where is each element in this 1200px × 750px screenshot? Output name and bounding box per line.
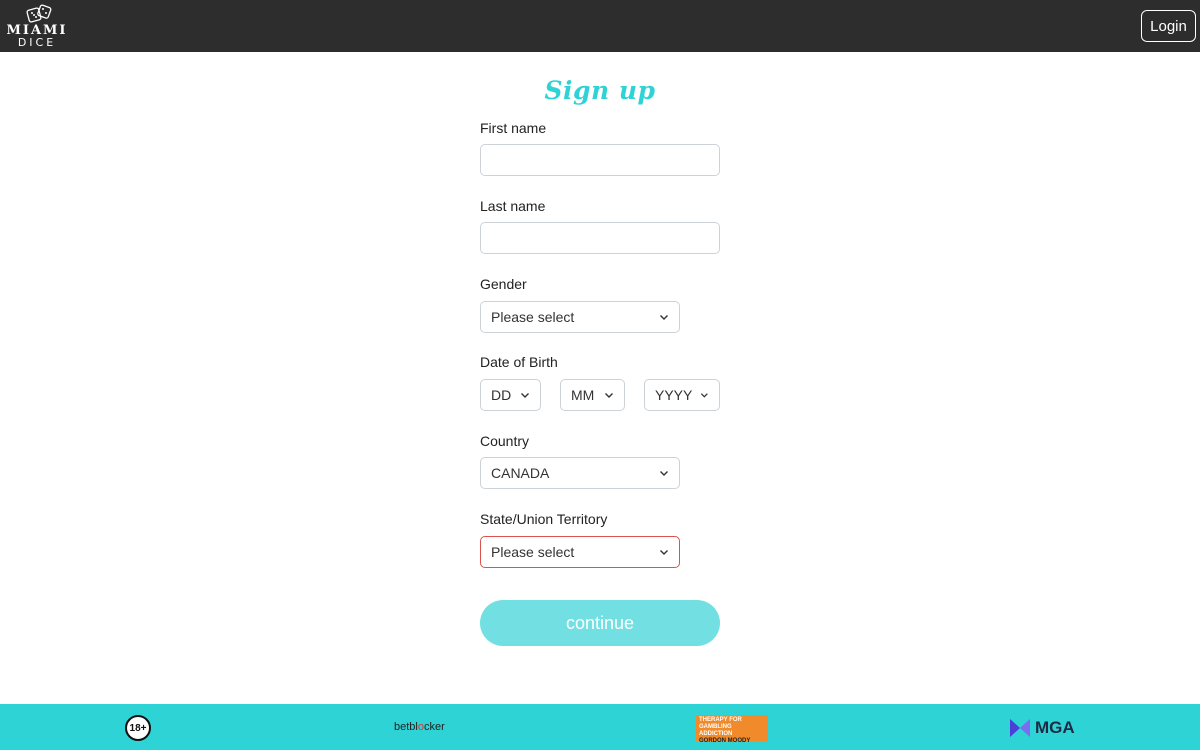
continue-button[interactable]: continue <box>480 600 720 646</box>
chevron-down-icon <box>660 471 668 476</box>
gordon-line-3: GORDON MOODY <box>699 738 751 744</box>
page-title: Sign up <box>544 76 656 105</box>
first-name-field[interactable] <box>480 144 720 176</box>
mga-label: MGA <box>1035 718 1075 737</box>
betblocker-text-c: cker <box>423 721 445 733</box>
chevron-down-icon <box>521 393 529 398</box>
betblocker-logo[interactable]: betblocker <box>394 721 445 733</box>
betblocker-text-a: bet <box>394 721 410 733</box>
brand-name-bottom: DICE <box>17 36 57 49</box>
footer-bar: 18+ betblocker THERAPY FOR GAMBLING ADDI… <box>0 704 1200 750</box>
dob-year-select[interactable]: YYYY <box>644 379 720 411</box>
gender-label: Gender <box>480 276 527 292</box>
chevron-down-icon <box>701 393 709 398</box>
gordon-line-1: THERAPY FOR <box>699 717 742 723</box>
date-of-birth-label: Date of Birth <box>480 354 558 370</box>
chevron-down-icon <box>605 393 613 398</box>
last-name-field[interactable] <box>480 222 720 254</box>
gordon-line-2: GAMBLING ADDICTION <box>699 724 733 737</box>
last-name-label: Last name <box>480 198 546 214</box>
gordon-moody-logo[interactable]: THERAPY FOR GAMBLING ADDICTION GORDON MO… <box>696 715 768 744</box>
dob-day-select[interactable]: DD <box>480 379 541 411</box>
chevron-down-icon <box>660 550 668 555</box>
gender-select-value: Please select <box>491 309 575 325</box>
country-select[interactable]: CANADA <box>480 457 680 489</box>
state-territory-label: State/Union Territory <box>480 511 608 527</box>
gender-select[interactable]: Please select <box>480 301 680 333</box>
state-select-value: Please select <box>491 544 575 560</box>
miami-dice-logo[interactable]: MIAMI DICE <box>4 2 70 50</box>
betblocker-text-b: bl <box>409 721 418 733</box>
state-territory-select[interactable]: Please select <box>480 536 680 568</box>
chevron-down-icon <box>660 315 668 320</box>
top-navigation-bar: MIAMI DICE Login <box>0 0 1200 52</box>
mga-icon <box>1010 719 1030 737</box>
mga-logo[interactable]: MGA <box>1009 718 1075 738</box>
age-restriction-badge: 18+ <box>125 715 151 741</box>
country-select-value: CANADA <box>491 465 550 481</box>
login-button[interactable]: Login <box>1141 10 1196 42</box>
dob-month-select[interactable]: MM <box>560 379 625 411</box>
dob-month-value: MM <box>571 387 595 403</box>
dob-day-value: DD <box>491 387 512 403</box>
dob-year-value: YYYY <box>655 387 693 403</box>
first-name-label: First name <box>480 120 547 136</box>
country-label: Country <box>480 433 530 449</box>
